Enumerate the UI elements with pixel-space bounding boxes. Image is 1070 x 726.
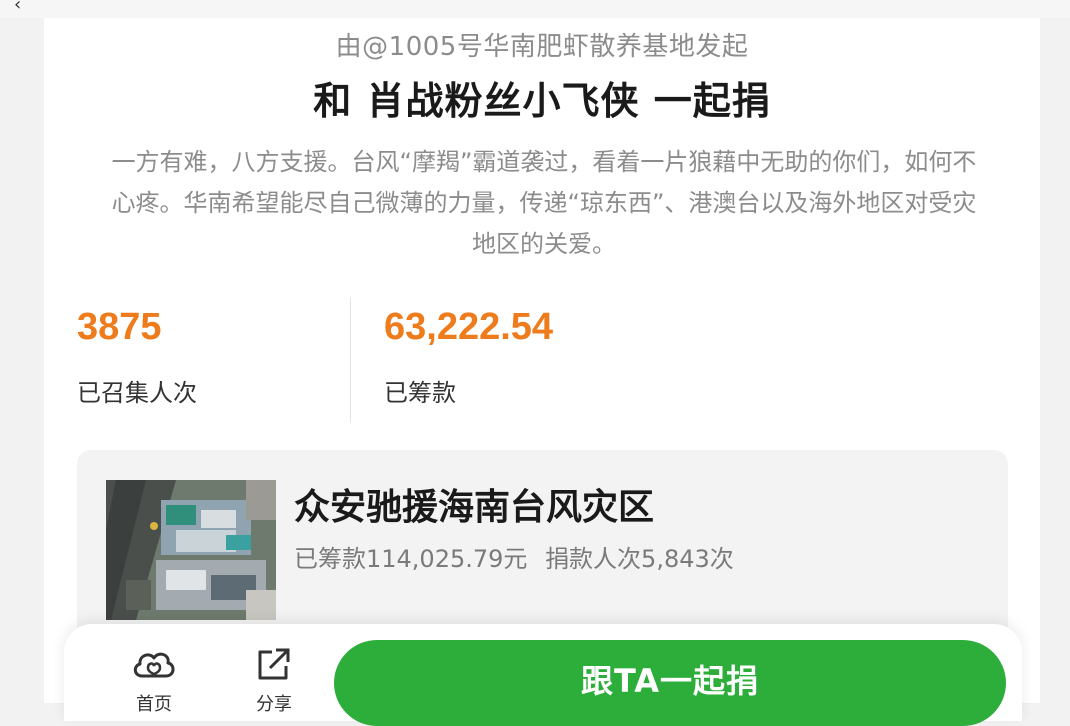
project-card[interactable]: 众安驰援海南台风灾区 已筹款114,025.79元 捐款人次5,843次 bbox=[77, 450, 1008, 640]
description-text: 一方有难，八方支援。台风“摩羯”霸道袭过，看着一片狼藉中无助的你们，如何不心疼。… bbox=[111, 148, 977, 258]
bottom-action-bar: 首页 分享 跟TA一起捐 bbox=[64, 624, 1022, 726]
home-button[interactable]: 首页 bbox=[114, 644, 194, 716]
donate-together-button[interactable]: 跟TA一起捐 bbox=[334, 640, 1006, 726]
donation-card: 由@1005号华南肥虾散养基地发起 和 肖战粉丝小飞侠 一起捐 一方有难，八方支… bbox=[44, 18, 1040, 726]
back-arrow-icon[interactable]: ‹ bbox=[14, 0, 21, 15]
participants-label: 已召集人次 bbox=[77, 379, 197, 407]
raised-label: 已筹款 bbox=[384, 379, 456, 407]
home-label: 首页 bbox=[136, 694, 172, 715]
share-label: 分享 bbox=[256, 694, 292, 715]
page-title: 和 肖战粉丝小飞侠 一起捐 bbox=[313, 79, 771, 123]
stats-divider bbox=[350, 298, 351, 422]
share-icon bbox=[258, 648, 290, 680]
participants-count: 3875 bbox=[77, 306, 162, 348]
project-meta: 已筹款114,025.79元 捐款人次5,843次 bbox=[294, 539, 744, 574]
project-title: 众安驰援海南台风灾区 bbox=[294, 487, 655, 528]
home-cloud-icon bbox=[133, 652, 175, 678]
project-raised: 已筹款114,025.79元 bbox=[294, 545, 528, 573]
disaster-photo-image bbox=[106, 480, 276, 620]
raised-amount: 63,222.54 bbox=[384, 306, 554, 348]
initiator-text: 由@1005号华南肥虾散养基地发起 bbox=[335, 32, 749, 62]
share-button[interactable]: 分享 bbox=[234, 644, 314, 716]
project-donors: 捐款人次5,843次 bbox=[545, 545, 734, 573]
project-thumbnail bbox=[106, 480, 276, 620]
status-bar: ‹ bbox=[0, 0, 1070, 18]
